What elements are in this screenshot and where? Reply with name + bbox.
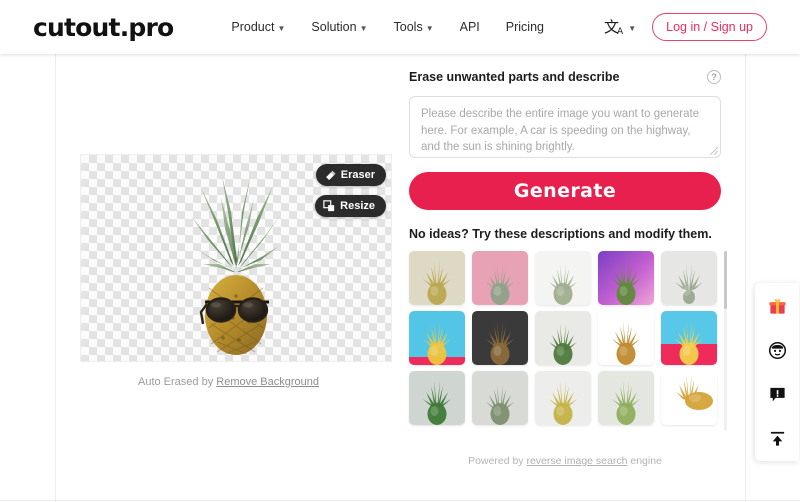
chevron-down-icon: ▼ <box>628 23 637 33</box>
eraser-button[interactable]: Eraser <box>315 164 386 186</box>
suggestion-thumbnails <box>409 251 727 431</box>
generate-button[interactable]: Generate <box>409 172 721 210</box>
floating-action-sidebar <box>755 283 799 461</box>
chevron-down-icon: ▼ <box>425 23 434 33</box>
thumbnail-item[interactable] <box>598 311 654 365</box>
translate-icon: 文A <box>604 17 624 37</box>
image-editor-panel: Eraser Resize Auto Erased by Remove Back… <box>56 54 401 500</box>
thumbnail-item[interactable] <box>409 311 465 365</box>
thumbnail-item[interactable] <box>598 371 654 425</box>
thumbnail-item[interactable] <box>535 371 591 425</box>
thumbnail-image <box>661 251 717 305</box>
describe-heading: Erase unwanted parts and describe <box>409 70 620 84</box>
chevron-down-icon: ▼ <box>359 23 368 33</box>
nav-label-pricing: Pricing <box>505 20 544 34</box>
caption-prefix: Auto Erased by <box>137 376 214 388</box>
login-signup-button[interactable]: Log in / Sign up <box>652 13 767 41</box>
nav-item-tools[interactable]: Tools ▼ <box>394 20 434 34</box>
nav-label-api: API <box>459 20 480 34</box>
header-actions: 文A ▼ Log in / Sign up <box>604 13 767 41</box>
thumbnail-image <box>661 311 717 365</box>
thumbnail-item[interactable] <box>661 371 717 425</box>
nav-label-tools: Tools <box>393 20 423 34</box>
powered-suffix: engine <box>630 455 662 467</box>
thumbnail-image <box>598 311 654 365</box>
thumbnail-image <box>535 251 591 305</box>
thumbnail-item[interactable] <box>472 371 528 425</box>
powered-prefix: Powered by <box>468 455 524 467</box>
thumbnail-image <box>409 311 465 365</box>
auto-erase-caption: Auto Erased by Remove Background <box>56 376 401 388</box>
image-canvas[interactable]: Eraser Resize <box>80 154 392 362</box>
nav-item-api[interactable]: API <box>460 20 480 34</box>
nav-item-pricing[interactable]: Pricing <box>506 20 544 34</box>
app-root: cutout.pro Product ▼ Solution ▼ Tools ▼ … <box>0 0 800 502</box>
language-selector[interactable]: 文A ▼ <box>604 17 637 37</box>
thumbnail-scrollbar-thumb[interactable] <box>724 251 727 309</box>
thumbnail-image <box>472 371 528 425</box>
thumbnail-item[interactable] <box>661 311 717 365</box>
thumbnail-item[interactable] <box>472 311 528 365</box>
chevron-down-icon: ▼ <box>277 23 286 33</box>
thumbnail-image <box>472 251 528 305</box>
describe-heading-row: Erase unwanted parts and describe ? <box>409 70 721 84</box>
textarea-resize-handle[interactable] <box>710 147 718 155</box>
ideas-heading: No ideas? Try these descriptions and mod… <box>409 227 712 241</box>
thumbnail-item[interactable] <box>409 251 465 305</box>
help-icon[interactable]: ? <box>707 70 721 84</box>
resize-label: Resize <box>340 200 375 212</box>
thumbnail-item[interactable] <box>661 251 717 305</box>
feedback-icon[interactable] <box>764 381 790 407</box>
reverse-image-search-link[interactable]: reverse image search <box>526 455 627 467</box>
thumbnail-image <box>598 371 654 425</box>
thumbnail-image <box>661 371 717 425</box>
description-input[interactable]: Please describe the entire image you wan… <box>409 96 721 158</box>
thumbnail-item[interactable] <box>598 251 654 305</box>
thumbnail-item[interactable] <box>535 251 591 305</box>
thumbnail-image <box>409 371 465 425</box>
powered-by-footer: Powered by reverse image search engine <box>409 455 721 467</box>
thumbnail-image <box>535 371 591 425</box>
nav-label-solution: Solution <box>311 20 357 34</box>
avatar-icon[interactable] <box>764 337 790 363</box>
thumbnail-item[interactable] <box>409 371 465 425</box>
nav-item-product[interactable]: Product ▼ <box>231 20 285 34</box>
gift-icon[interactable] <box>764 293 790 319</box>
resize-button[interactable]: Resize <box>315 195 386 217</box>
site-header: cutout.pro Product ▼ Solution ▼ Tools ▼ … <box>0 0 800 54</box>
description-placeholder: Please describe the entire image you wan… <box>421 108 700 154</box>
thumbnail-image <box>409 251 465 305</box>
thumbnail-image <box>598 251 654 305</box>
nav-label-product: Product <box>231 20 275 34</box>
thumbnail-image <box>535 311 591 365</box>
editor-tool-stack: Eraser Resize <box>315 164 386 217</box>
resize-icon <box>323 200 335 212</box>
eraser-label: Eraser <box>340 169 375 181</box>
remove-background-link[interactable]: Remove Background <box>216 376 319 388</box>
main-nav: Product ▼ Solution ▼ Tools ▼ API Pricing <box>231 20 544 34</box>
thumbnail-item[interactable] <box>535 311 591 365</box>
thumbnail-image <box>472 311 528 365</box>
site-logo[interactable]: cutout.pro <box>33 13 174 42</box>
thumbnail-item[interactable] <box>472 251 528 305</box>
describe-panel: Erase unwanted parts and describe ? Plea… <box>409 70 727 431</box>
bottom-frame-divider <box>0 500 800 501</box>
eraser-icon <box>325 170 336 181</box>
pineapple-image <box>191 174 281 355</box>
nav-item-solution[interactable]: Solution ▼ <box>311 20 367 34</box>
upload-icon[interactable] <box>764 425 790 451</box>
thumbnail-grid <box>409 251 721 425</box>
right-frame-divider <box>745 54 746 502</box>
